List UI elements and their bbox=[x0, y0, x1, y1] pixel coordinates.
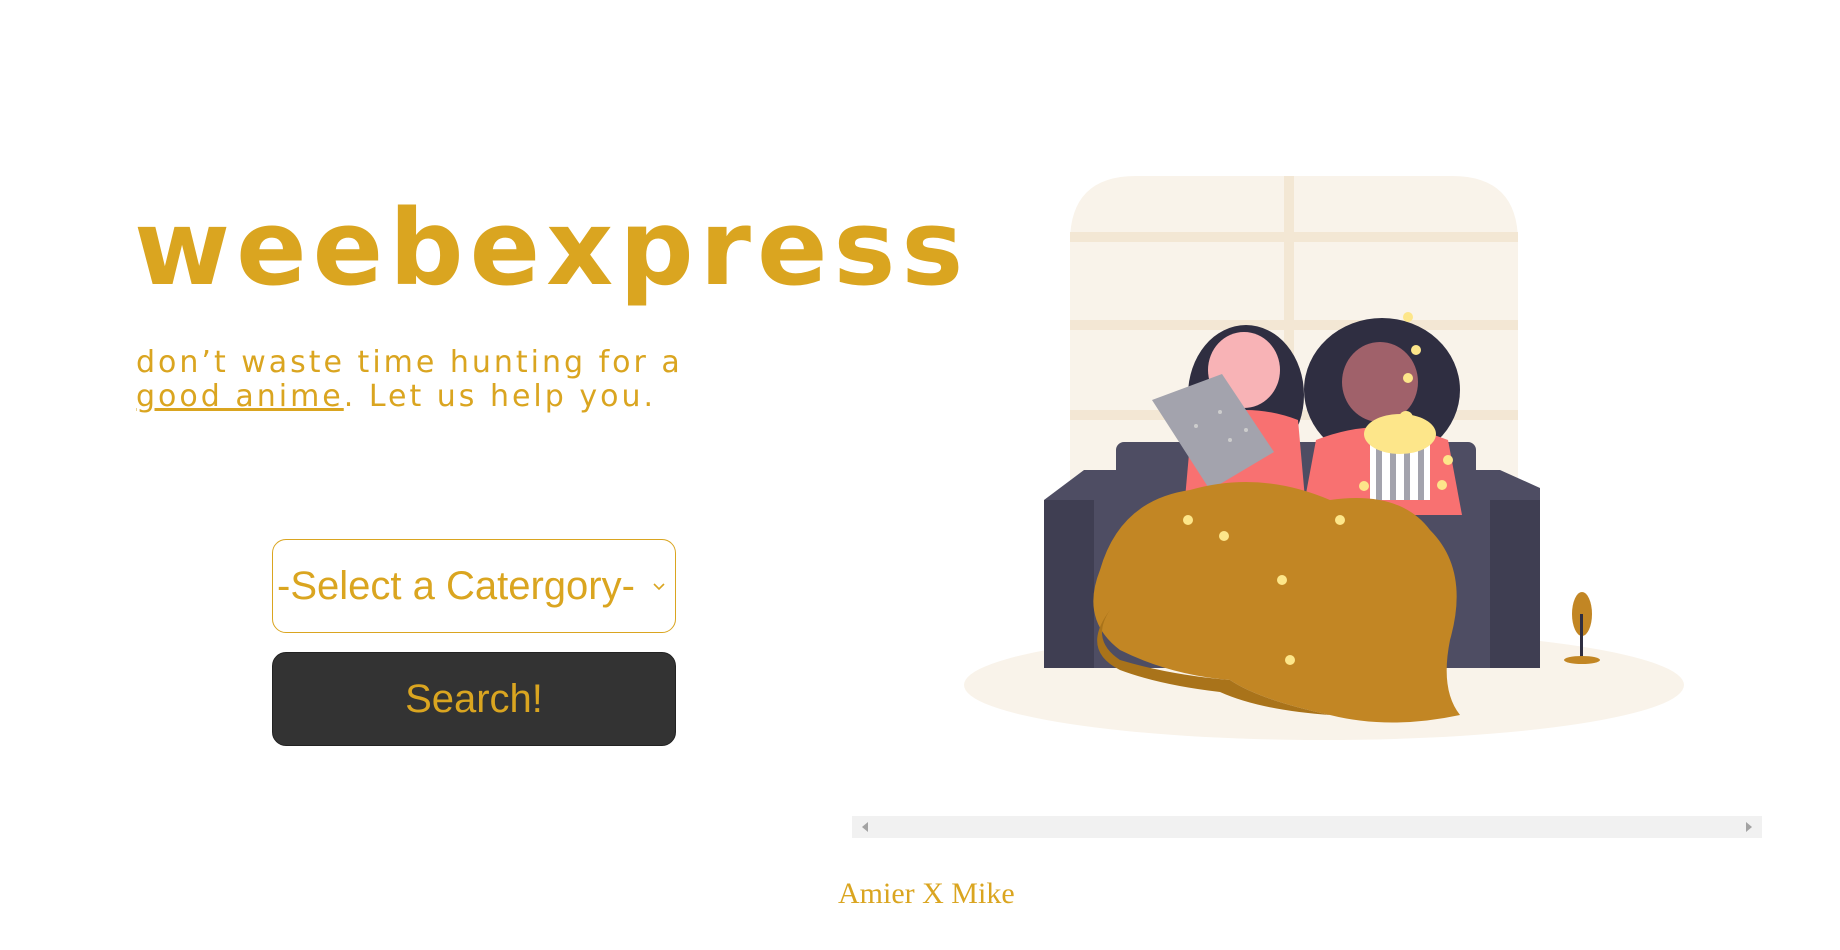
page: weebexpress don’t waste time hunting for… bbox=[0, 0, 1840, 950]
scroll-left-icon[interactable] bbox=[862, 822, 868, 832]
chevron-down-icon bbox=[653, 583, 665, 591]
search-button[interactable]: Search! bbox=[272, 652, 676, 746]
scroll-right-icon[interactable] bbox=[1746, 822, 1752, 832]
movie-night-illustration bbox=[964, 176, 1684, 740]
tagline: don’t waste time hunting for a good anim… bbox=[136, 346, 756, 414]
good-anime-link[interactable]: good anime bbox=[136, 379, 344, 414]
tagline-text-before: don’t waste time hunting for a bbox=[136, 345, 683, 380]
horizontal-scrollbar[interactable] bbox=[852, 816, 1762, 838]
category-select[interactable]: -Select a Catergory- bbox=[272, 539, 676, 633]
footer-credit: Amier X Mike bbox=[838, 877, 1015, 910]
tagline-text-after: . Let us help you. bbox=[343, 379, 656, 414]
brand-title: weebexpress bbox=[134, 187, 970, 309]
category-select-value: -Select a Catergory- bbox=[277, 563, 635, 608]
